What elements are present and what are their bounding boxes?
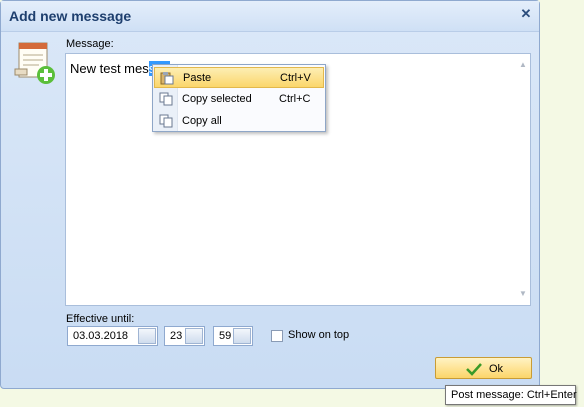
title-bar[interactable]: Add new message ✕ <box>1 1 539 32</box>
calendar-dropdown-button[interactable] <box>138 328 156 344</box>
menu-item-copy-all[interactable]: Copy all <box>154 111 324 132</box>
scroll-down-icon[interactable]: ▼ <box>518 289 528 299</box>
date-field[interactable]: 03.03.2018 <box>67 326 158 346</box>
date-value: 03.03.2018 <box>73 330 129 342</box>
message-scrollbar[interactable]: ▲ ▼ <box>516 54 530 305</box>
message-label: Message: <box>66 38 114 50</box>
menu-item-paste[interactable]: Paste Ctrl+V <box>154 67 324 88</box>
minute-value: 59 <box>219 330 232 342</box>
menu-item-label: Paste <box>183 72 212 84</box>
show-on-top-label: Show on top <box>288 329 350 341</box>
menu-item-shortcut: Ctrl+C <box>279 93 311 105</box>
checkmark-icon <box>466 363 482 376</box>
minute-spin-button[interactable] <box>233 328 251 344</box>
close-icon[interactable]: ✕ <box>519 7 533 21</box>
copy-all-icon <box>159 114 173 128</box>
menu-item-copy-selected[interactable]: Copy selected Ctrl+C <box>154 89 324 110</box>
ok-button-tooltip: Post message: Ctrl+Enter <box>445 385 577 405</box>
minute-field[interactable]: 59 <box>213 326 253 346</box>
menu-item-shortcut: Ctrl+V <box>280 72 311 84</box>
message-text-before: New test mes <box>70 61 149 76</box>
scroll-up-icon[interactable]: ▲ <box>518 60 528 70</box>
tooltip-text: Post message: Ctrl+Enter <box>451 389 577 401</box>
ok-button-label: Ok <box>489 363 504 375</box>
new-message-icon <box>14 42 55 84</box>
add-message-dialog: Add new message ✕ Message: New test mess… <box>0 0 540 389</box>
dialog-title: Add new message <box>9 8 132 24</box>
hour-value: 23 <box>170 330 183 342</box>
menu-item-label: Copy selected <box>182 93 252 105</box>
ok-button[interactable]: Ok <box>435 357 532 379</box>
show-on-top-checkbox[interactable] <box>271 330 283 342</box>
hour-spin-button[interactable] <box>185 328 203 344</box>
copy-icon <box>159 92 173 106</box>
hour-field[interactable]: 23 <box>164 326 205 346</box>
paste-icon <box>160 72 174 85</box>
effective-until-label: Effective until: <box>66 313 135 325</box>
context-menu: Paste Ctrl+V Copy selected Ctrl+C Copy a… <box>152 64 326 132</box>
menu-item-label: Copy all <box>182 115 222 127</box>
